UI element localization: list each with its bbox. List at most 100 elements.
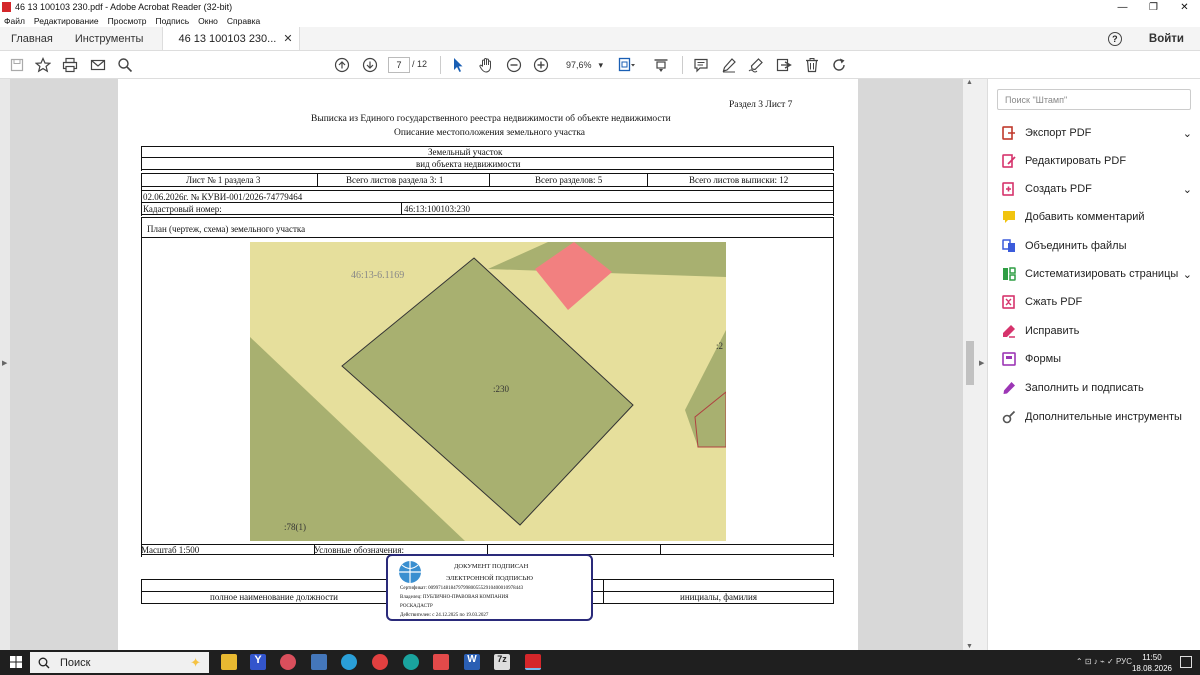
zoom-select[interactable]: 97,6% ▾	[560, 57, 606, 73]
calculator-icon[interactable]	[311, 654, 327, 670]
acrobat-taskbar-icon[interactable]	[525, 654, 541, 670]
system-tray[interactable]: ⌃ ⊡ ♪ ⌁ ✓ РУС	[1076, 657, 1132, 666]
total-sheets: Всего листов выписки: 12	[689, 175, 789, 185]
tools-search-input[interactable]: Поиск "Штамп"	[997, 89, 1191, 110]
left-panel-toggle[interactable]: ▶	[0, 79, 10, 650]
page-up-icon[interactable]	[333, 56, 351, 74]
tool-combine-files[interactable]: Объединить файлы	[1002, 237, 1192, 255]
window-title: 46 13 100103 230.pdf - Adobe Acrobat Rea…	[15, 2, 233, 12]
maximize-button[interactable]: ❐	[1138, 0, 1169, 14]
pdf-page: Раздел 3 Лист 7 Выписка из Единого госуд…	[118, 79, 858, 650]
minimize-button[interactable]: —	[1107, 0, 1138, 14]
tool-label: Дополнительные инструменты	[1025, 411, 1182, 423]
tool-forms[interactable]: Формы	[1002, 350, 1192, 368]
toolbar-divider	[682, 56, 683, 74]
language-indicator[interactable]: РУС	[1116, 657, 1132, 666]
tool-organize-pages[interactable]: Систематизировать страницы ⌄	[1002, 265, 1192, 283]
scroll-up-icon[interactable]: ▲	[966, 79, 973, 86]
telegram-icon[interactable]	[341, 654, 357, 670]
chevron-down-icon: ▾	[598, 59, 603, 70]
tab-close-icon[interactable]: ✕	[283, 32, 292, 45]
word-icon[interactable]: W	[464, 654, 480, 670]
stamp-line1: ДОКУМЕНТ ПОДПИСАН	[454, 563, 529, 570]
menu-window[interactable]: Окно	[198, 16, 218, 26]
rotate-icon[interactable]	[830, 56, 848, 74]
document-viewer[interactable]: Раздел 3 Лист 7 Выписка из Единого госуд…	[10, 79, 963, 650]
chevron-down-icon[interactable]: ⌄	[1183, 127, 1192, 140]
menu-file[interactable]: Файл	[4, 16, 25, 26]
zoom-out-icon[interactable]	[505, 56, 523, 74]
hand-tool-icon[interactable]	[477, 56, 495, 74]
title-bar: 46 13 100103 230.pdf - Adobe Acrobat Rea…	[0, 0, 1200, 14]
tool-compress-pdf[interactable]: Сжать PDF	[1002, 293, 1192, 311]
app-icon[interactable]	[403, 654, 419, 670]
object-type: вид объекта недвижимости	[416, 159, 521, 169]
windows-start-icon[interactable]	[10, 656, 22, 668]
tool-export-pdf[interactable]: Экспорт PDF ⌄	[1002, 124, 1192, 142]
zoom-in-icon[interactable]	[532, 56, 550, 74]
tool-edit-pdf[interactable]: Редактировать PDF	[1002, 152, 1192, 170]
app-icon[interactable]	[433, 654, 449, 670]
page-number-input[interactable]: 7	[388, 57, 410, 73]
menu-sign[interactable]: Подпись	[156, 16, 190, 26]
select-cursor-icon[interactable]	[449, 56, 467, 74]
clock[interactable]: 11:50 18.08.2026	[1132, 652, 1172, 674]
menu-edit[interactable]: Редактирование	[34, 16, 99, 26]
print-icon[interactable]	[61, 56, 79, 74]
tool-add-comment[interactable]: Добавить комментарий	[1002, 208, 1192, 226]
tool-create-pdf[interactable]: Создать PDF ⌄	[1002, 180, 1192, 198]
clock-time: 11:50	[1142, 653, 1162, 662]
notification-icon[interactable]	[1180, 656, 1192, 668]
tool-label: Заполнить и подписать	[1025, 382, 1144, 394]
plan-label: План (чертеж, схема) земельного участка	[147, 224, 306, 234]
scrollbar-thumb[interactable]	[966, 341, 974, 385]
scroll-down-icon[interactable]: ▼	[966, 643, 973, 650]
save-icon[interactable]	[8, 56, 26, 74]
vertical-scrollbar[interactable]: ▲ ▼	[963, 79, 977, 650]
compress-pdf-icon	[1002, 295, 1015, 309]
help-icon[interactable]: ?	[1107, 31, 1122, 46]
stamp-owner-2: РОСКАДАСТР	[400, 604, 433, 609]
chevron-down-icon[interactable]: ⌄	[1183, 268, 1192, 281]
scroll-mode-icon[interactable]	[652, 56, 670, 74]
app-icon[interactable]	[280, 654, 296, 670]
page-fit-icon[interactable]	[618, 56, 636, 74]
yandex-browser-icon[interactable]: Y	[250, 654, 266, 670]
star-icon[interactable]	[34, 56, 52, 74]
search-icon[interactable]	[116, 56, 134, 74]
sign-icon[interactable]	[747, 56, 765, 74]
tab-bar: Главная Инструменты 46 13 100103 230... …	[0, 27, 1200, 51]
file-explorer-icon[interactable]	[221, 654, 237, 670]
menu-view[interactable]: Просмотр	[108, 16, 147, 26]
clock-date: 18.08.2026	[1131, 664, 1172, 673]
sparkle-icon: ✦	[190, 654, 201, 670]
comment-icon[interactable]	[692, 56, 710, 74]
right-panel-toggle[interactable]: ▶	[977, 79, 987, 650]
chevron-down-icon[interactable]: ⌄	[1183, 183, 1192, 196]
more-tools-icon	[1002, 410, 1016, 424]
stamp-validity: Действителен: с 24.12.2025 по 19.03.2027	[400, 613, 489, 618]
email-icon[interactable]	[89, 56, 107, 74]
tool-label: Исправить	[1025, 325, 1080, 337]
highlight-pen-icon[interactable]	[720, 56, 738, 74]
page-down-icon[interactable]	[361, 56, 379, 74]
archiver-icon[interactable]: 7z	[494, 654, 510, 670]
tab-home[interactable]: Главная	[0, 27, 64, 50]
tool-redact[interactable]: Исправить	[1002, 322, 1192, 340]
tab-tools[interactable]: Инструменты	[64, 27, 155, 50]
tool-label: Редактировать PDF	[1025, 155, 1127, 167]
delete-icon[interactable]	[803, 56, 821, 74]
close-button[interactable]: ✕	[1169, 0, 1200, 14]
app-icon[interactable]	[372, 654, 388, 670]
acrobat-icon	[2, 2, 11, 12]
taskbar-search[interactable]: Поиск ✦	[30, 652, 209, 673]
login-button[interactable]: Войти	[1149, 33, 1184, 45]
position-label: полное наименование должности	[210, 592, 338, 602]
tool-fill-sign[interactable]: Заполнить и подписать	[1002, 379, 1192, 397]
menu-help[interactable]: Справка	[227, 16, 260, 26]
tab-document[interactable]: 46 13 100103 230... ✕	[162, 27, 300, 50]
share-icon[interactable]	[775, 56, 793, 74]
tool-more-tools[interactable]: Дополнительные инструменты	[1002, 408, 1192, 426]
cadastral-label: Кадастровый номер:	[143, 204, 222, 214]
tool-label: Добавить комментарий	[1025, 211, 1145, 223]
